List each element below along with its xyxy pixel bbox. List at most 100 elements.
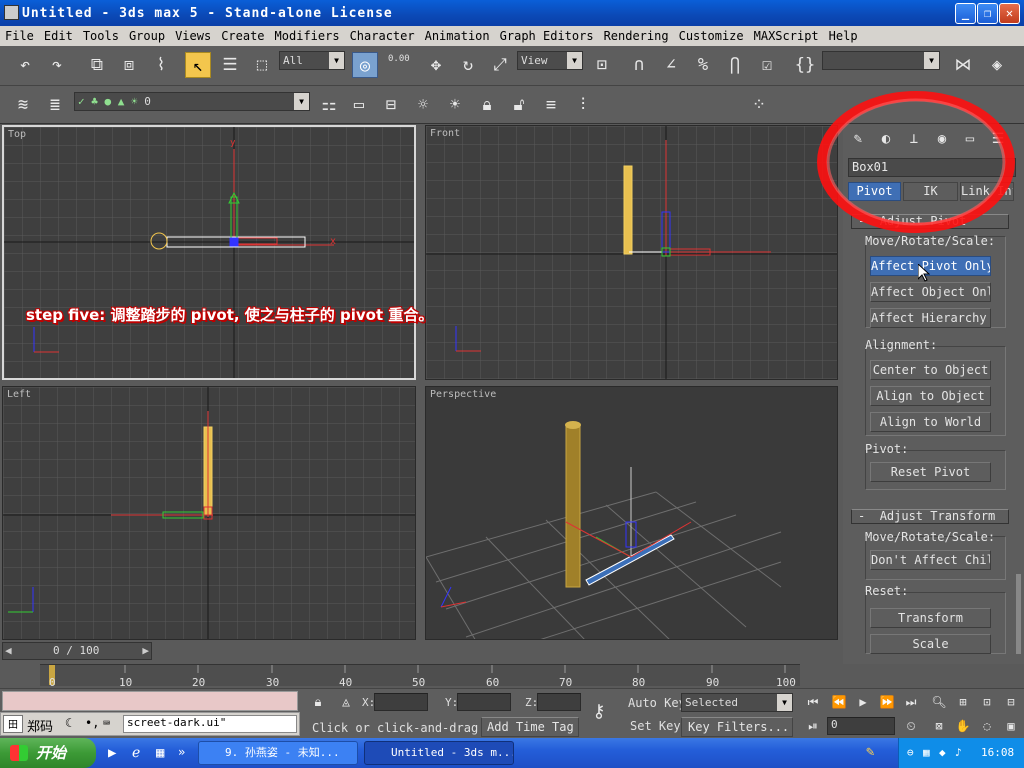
menu-file[interactable]: File xyxy=(0,29,39,43)
panel-scrollbar[interactable] xyxy=(1016,574,1021,654)
pivot-center-icon[interactable]: ⊡ xyxy=(589,52,615,78)
menu-animation[interactable]: Animation xyxy=(420,29,495,43)
light-bulb-icon[interactable]: ☼ xyxy=(410,92,436,118)
selection-region-icon[interactable]: ⬚ xyxy=(249,52,275,78)
light-bulb-off-icon[interactable]: ☀ xyxy=(442,92,468,118)
maxscript-mini-listener[interactable]: screet-dark.ui" xyxy=(123,715,297,733)
layer-manager-icon[interactable]: ≋ xyxy=(10,92,36,118)
pan-icon[interactable]: ✋ xyxy=(950,713,976,739)
move-icon[interactable]: ✥ xyxy=(423,52,449,78)
prev-frame-icon[interactable]: ◀ xyxy=(5,644,12,657)
affect-pivot-only-button[interactable]: Affect Pivot Only xyxy=(870,256,991,276)
link-icon[interactable]: ⧉ xyxy=(84,52,110,78)
tray-clock[interactable]: 16:08 xyxy=(981,738,1014,768)
tray-volume-icon[interactable]: ⊖ xyxy=(907,738,914,768)
layer-dropdown[interactable]: ✓ ♣ ● ▲ ☀ 0 ▼ xyxy=(74,92,310,111)
ime-label[interactable]: 郑码 xyxy=(27,716,53,735)
viewport-top[interactable]: y x Top xyxy=(2,125,416,380)
unlock-icon[interactable]: 🔓︎ xyxy=(506,92,532,118)
select-layer-icon[interactable]: ⊟ xyxy=(378,92,404,118)
menu-views[interactable]: Views xyxy=(170,29,216,43)
maximize-button[interactable]: ❐ xyxy=(977,3,998,24)
bind-space-warp-icon[interactable]: ⌇ xyxy=(148,52,174,78)
set-key-label[interactable]: Set Key xyxy=(630,719,681,733)
quicklaunch-expand-icon[interactable]: » xyxy=(178,745,185,759)
menu-maxscript[interactable]: MAXScript xyxy=(749,29,824,43)
menu-group[interactable]: Group xyxy=(124,29,170,43)
menu-graph-editors[interactable]: Graph Editors xyxy=(495,29,599,43)
layer-stack-icon[interactable]: ≡ xyxy=(538,92,564,118)
x-coordinate-field[interactable] xyxy=(374,693,428,711)
close-button[interactable]: ✕ xyxy=(999,3,1020,24)
menu-help[interactable]: Help xyxy=(824,29,863,43)
reference-coordinate-dropdown[interactable]: View ▼ xyxy=(517,51,583,70)
layer-list-icon[interactable]: ≣ xyxy=(42,92,68,118)
reset-transform-button[interactable]: Transform xyxy=(870,608,991,628)
auto-key-label[interactable]: Auto Key xyxy=(628,696,686,710)
minimize-button[interactable]: _ xyxy=(955,3,976,24)
taskbar-item-music[interactable]: 9. 孙燕姿 - 未知... xyxy=(198,741,358,765)
zoom-all-icon[interactable]: ⊞ xyxy=(950,689,976,715)
align-to-object-button[interactable]: Align to Object xyxy=(870,386,991,406)
maximize-viewport-icon[interactable]: ▣ xyxy=(998,713,1024,739)
absolute-mode-icon[interactable]: ◬ xyxy=(333,690,359,716)
arc-rotate-icon[interactable]: ◌ xyxy=(974,713,1000,739)
add-to-layer-icon[interactable]: ▭ xyxy=(346,92,372,118)
selection-lock-icon[interactable]: 🔒︎ xyxy=(305,690,331,716)
zoom-extents-all-icon[interactable]: ⊟ xyxy=(998,689,1024,715)
snap-toggle-icon[interactable]: ∩ xyxy=(626,52,652,78)
tray-network-icon[interactable]: ▦ xyxy=(923,738,930,768)
named-selection-dropdown[interactable]: ▼ xyxy=(822,51,940,70)
lock-icon[interactable]: 🔒︎ xyxy=(474,92,500,118)
menu-rendering[interactable]: Rendering xyxy=(599,29,674,43)
menu-modifiers[interactable]: Modifiers xyxy=(270,29,345,43)
center-to-object-button[interactable]: Center to Object xyxy=(870,360,991,380)
ime-keyboard-icon[interactable]: ⌨ xyxy=(103,716,110,730)
align-to-world-button[interactable]: Align to World xyxy=(870,412,991,432)
tray-shield-icon[interactable]: ◆ xyxy=(939,738,946,768)
key-filters-button[interactable]: Key Filters... xyxy=(681,717,793,737)
affect-object-only-button[interactable]: Affect Object Only xyxy=(870,282,991,302)
named-selection-icon[interactable]: {} xyxy=(792,52,818,78)
quicklaunch-desktop-icon[interactable]: ▦ xyxy=(156,745,164,761)
align-icon[interactable]: ◈ xyxy=(984,52,1010,78)
menu-create[interactable]: Create xyxy=(216,29,269,43)
menu-customize[interactable]: Customize xyxy=(674,29,749,43)
quicklaunch-media-icon[interactable]: ▶ xyxy=(108,745,116,761)
select-object-icon[interactable]: ↖ xyxy=(185,52,211,78)
time-slider[interactable]: ◀ 0 / 100 ▶ xyxy=(2,642,152,660)
language-bar-icon[interactable]: ✎ xyxy=(866,744,874,760)
mirror-icon[interactable]: ⋈ xyxy=(950,52,976,78)
viewport-front[interactable]: Front xyxy=(425,125,838,380)
go-to-end-icon[interactable]: ⏭ xyxy=(898,689,924,715)
viewport-left[interactable]: Left xyxy=(2,386,416,640)
quicklaunch-ie-icon[interactable]: ℯ xyxy=(132,745,140,761)
next-frame-icon[interactable]: ▶ xyxy=(142,644,149,657)
play-icon[interactable]: ▶ xyxy=(850,689,876,715)
previous-frame-icon[interactable]: ⏪ xyxy=(826,689,852,715)
current-frame-field[interactable]: 0 xyxy=(827,717,895,735)
window-crossing-icon[interactable]: ◎ xyxy=(352,52,378,78)
selection-filter-dropdown[interactable]: All ▼ xyxy=(279,51,345,70)
percent-snap-icon[interactable]: % xyxy=(690,52,716,78)
ime-punct-icon[interactable]: •, xyxy=(85,716,99,730)
region-zoom-icon[interactable]: ⊠ xyxy=(926,713,952,739)
time-configuration-icon[interactable]: ⏲ xyxy=(898,713,924,739)
key-mode-icon[interactable]: ⚷ xyxy=(586,699,612,725)
rollout-adjust-transform[interactable]: - Adjust Transform xyxy=(851,509,1009,524)
angle-snap-icon[interactable]: ∠ xyxy=(658,52,684,78)
dont-affect-children-button[interactable]: Don't Affect Children xyxy=(870,550,991,570)
undo-icon[interactable]: ↶ xyxy=(12,52,38,78)
menu-character[interactable]: Character xyxy=(345,29,420,43)
ime-icon[interactable]: 田 xyxy=(3,715,23,733)
reset-scale-button[interactable]: Scale xyxy=(870,634,991,654)
next-frame-button-icon[interactable]: ⏩ xyxy=(874,689,900,715)
unlink-icon[interactable]: ⧈ xyxy=(116,52,142,78)
scale-icon[interactable]: ⤢ xyxy=(487,52,513,78)
z-coordinate-field[interactable] xyxy=(537,693,581,711)
select-by-name-icon[interactable]: ☰ xyxy=(217,52,243,78)
zoom-icon[interactable]: 🔍︎ xyxy=(926,689,952,715)
go-to-start-icon[interactable]: ⏮ xyxy=(800,689,826,715)
tray-speaker-icon[interactable]: ♪ xyxy=(955,738,962,768)
key-mode-toggle-icon[interactable]: ⏯ xyxy=(800,713,826,739)
